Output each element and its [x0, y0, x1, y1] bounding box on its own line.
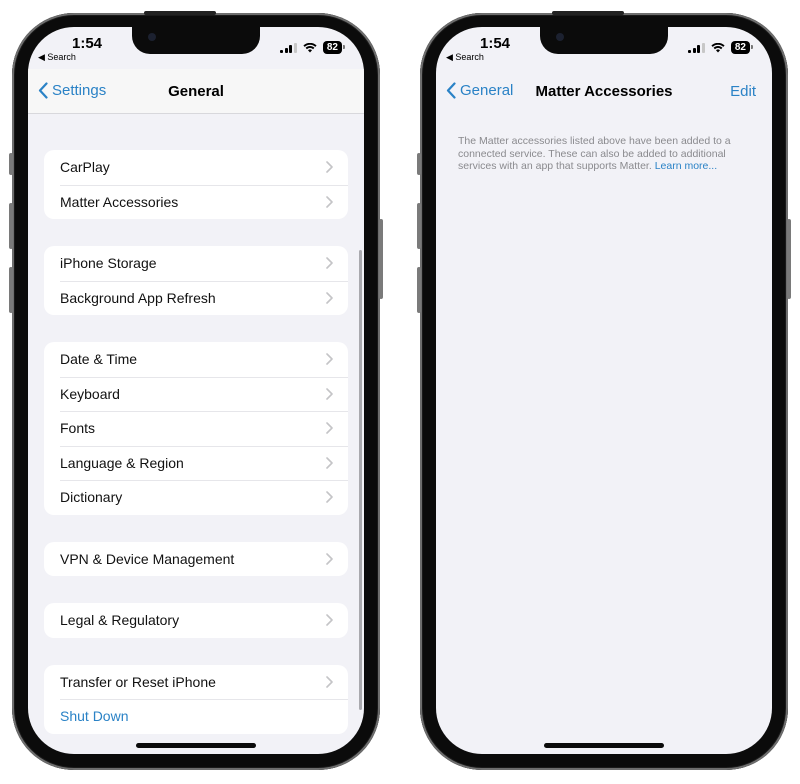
speaker-grille	[144, 11, 216, 15]
chevron-right-icon	[326, 422, 333, 434]
power-button	[787, 219, 791, 299]
chevron-right-icon	[326, 195, 333, 208]
battery-icon: 82	[730, 41, 754, 54]
matter-footer-note: The Matter accessories listed above have…	[458, 135, 748, 173]
mute-switch	[417, 153, 421, 175]
cellular-signal-icon	[280, 42, 297, 53]
chevron-right-icon	[326, 491, 333, 503]
notch	[132, 27, 260, 54]
speaker-grille	[552, 11, 624, 15]
row-label: Fonts	[60, 420, 96, 437]
cellular-signal-icon	[688, 42, 705, 53]
camera-icon	[148, 33, 156, 41]
chevron-right-icon	[326, 614, 333, 626]
settings-row-iphone-storage[interactable]: iPhone Storage	[44, 246, 348, 281]
wifi-icon	[711, 42, 725, 52]
row-label: VPN & Device Management	[60, 550, 235, 567]
row-label: Keyboard	[60, 385, 120, 402]
power-button	[379, 219, 383, 299]
screen-matter-accessories: 1:54 ◀ Search 82 General Matter Accessor…	[436, 27, 772, 754]
chevron-right-icon	[326, 161, 333, 173]
volume-down-button	[417, 267, 421, 313]
page-title: General	[168, 83, 224, 100]
settings-row-matter-accessories[interactable]: Matter Accessories	[44, 184, 348, 220]
settings-row-background-app-refresh[interactable]: Background App Refresh	[44, 280, 348, 316]
chevron-right-icon	[326, 552, 333, 565]
row-label: iPhone Storage	[60, 255, 157, 272]
chevron-right-icon	[326, 456, 333, 469]
battery-icon: 82	[322, 41, 346, 54]
volume-up-button	[417, 203, 421, 249]
settings-row-legal-regulatory[interactable]: Legal & Regulatory	[44, 603, 348, 638]
home-indicator[interactable]	[136, 743, 256, 748]
settings-row-fonts[interactable]: Fonts	[44, 411, 348, 446]
settings-row-vpn-device-management[interactable]: VPN & Device Management	[44, 542, 348, 577]
phone-right: 1:54 ◀ Search 82 General Matter Accessor…	[417, 11, 791, 770]
settings-group: VPN & Device Management	[44, 541, 348, 577]
wifi-icon	[303, 42, 317, 52]
page-title: Matter Accessories	[535, 83, 673, 100]
chevron-right-icon	[326, 353, 333, 365]
row-label: Transfer or Reset iPhone	[60, 673, 216, 690]
home-indicator[interactable]	[544, 743, 664, 748]
settings-group: Legal & Regulatory	[44, 603, 348, 638]
volume-down-button	[9, 267, 13, 313]
settings-group: CarPlay Matter Accessories	[44, 150, 348, 219]
settings-row-dictionary[interactable]: Dictionary	[44, 480, 348, 515]
settings-row-language-region[interactable]: Language & Region	[44, 445, 348, 481]
row-label: Dictionary	[60, 489, 123, 506]
settings-group: Date & Time Keyboard Fonts Language & Regio…	[44, 342, 348, 515]
row-label: Matter Accessories	[60, 193, 179, 210]
settings-row-date-time[interactable]: Date & Time	[44, 342, 348, 377]
learn-more-link[interactable]: Learn more...	[655, 160, 717, 172]
row-label: Background App Refresh	[60, 289, 216, 306]
notch	[540, 27, 668, 54]
status-icons: 82	[688, 41, 754, 54]
navigation-bar: Settings General	[28, 69, 364, 114]
volume-up-button	[9, 203, 13, 249]
row-label: Language & Region	[60, 454, 184, 471]
back-to-search-link[interactable]: ◀ Search	[38, 52, 76, 63]
chevron-right-icon	[326, 675, 333, 688]
settings-group: Transfer or Reset iPhone Shut Down	[44, 664, 348, 734]
row-label: Shut Down	[60, 708, 129, 725]
camera-icon	[556, 33, 564, 41]
row-label: Date & Time	[60, 351, 138, 368]
mute-switch	[9, 153, 13, 175]
settings-list: CarPlay Matter Accessories iPhone Storage B…	[28, 114, 364, 734]
settings-row-transfer-or-reset-iphone[interactable]: Transfer or Reset iPhone	[44, 665, 348, 700]
settings-row-carplay[interactable]: CarPlay	[44, 150, 348, 185]
phone-left: 1:54 ◀ Search 82 Settings General CarPla…	[9, 11, 383, 770]
status-icons: 82	[280, 41, 346, 54]
settings-row-shut-down[interactable]: Shut Down	[44, 699, 348, 734]
screen-general: 1:54 ◀ Search 82 Settings General CarPla…	[28, 27, 364, 754]
settings-row-keyboard[interactable]: Keyboard	[44, 376, 348, 412]
settings-group: iPhone Storage Background App Refresh	[44, 246, 348, 315]
row-label: Legal & Regulatory	[60, 612, 180, 629]
row-label: CarPlay	[60, 159, 110, 176]
navigation-bar: General Matter Accessories Edit	[436, 69, 772, 113]
back-to-search-link[interactable]: ◀ Search	[446, 52, 484, 63]
status-time: 1:54	[72, 35, 103, 52]
scrollbar[interactable]	[359, 250, 362, 710]
status-time: 1:54	[480, 35, 511, 52]
edit-button[interactable]: Edit	[730, 83, 756, 100]
chevron-right-icon	[326, 387, 333, 400]
chevron-right-icon	[326, 257, 333, 269]
chevron-right-icon	[326, 291, 333, 304]
